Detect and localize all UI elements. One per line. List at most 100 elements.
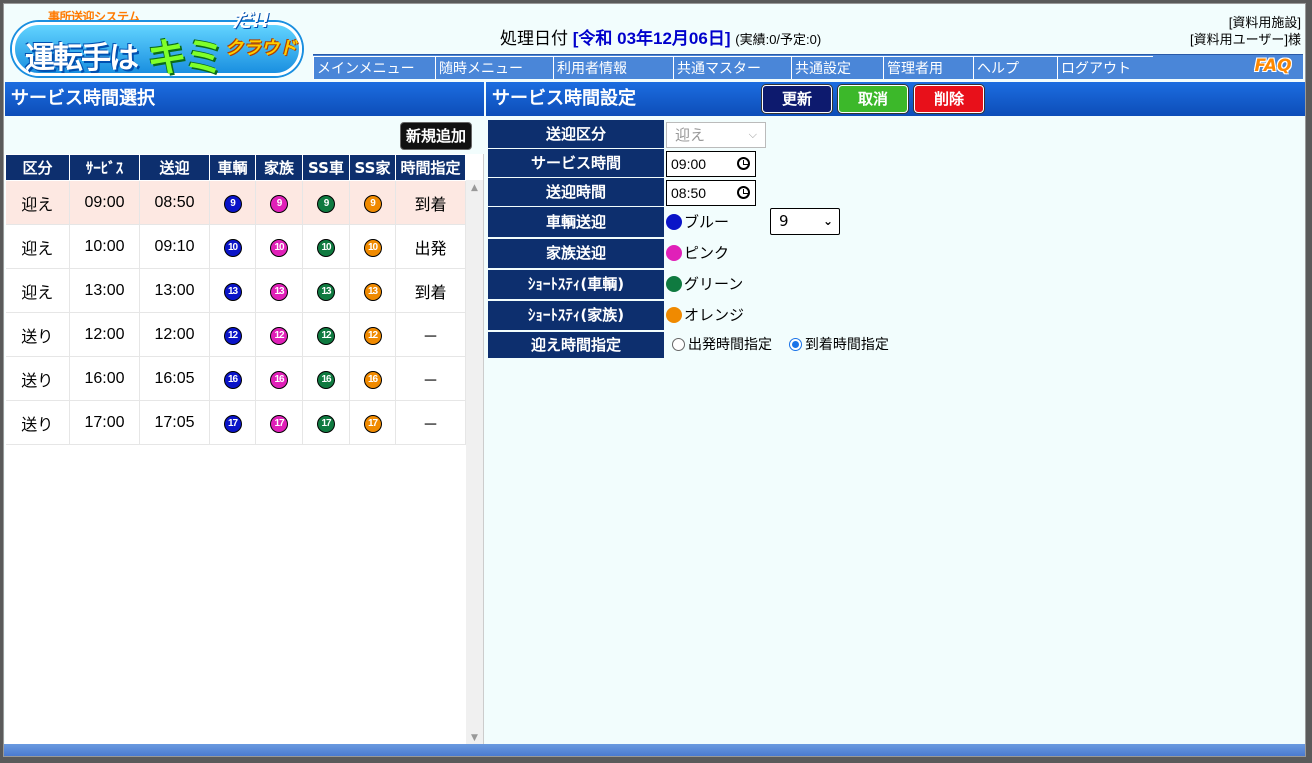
list-scrollbar[interactable]: ▲ ▼ [466, 180, 483, 746]
table-header-row: 区分 ｻｰﾋﾞｽ 送迎 車輌 家族 SS車 SS家 時間指定 [5, 154, 466, 181]
ss-vehicle-value: グリーン [666, 270, 743, 299]
table-row[interactable]: 迎え 10:00 09:10 10 10 10 10 出発 [5, 224, 466, 269]
cancel-button[interactable]: 取消 [838, 85, 908, 113]
logo-text-3: だ!! [232, 8, 271, 32]
service-time-input[interactable]: 09:00 [666, 151, 756, 177]
menu-common-master[interactable]: 共通マスター [673, 56, 791, 79]
clock-icon[interactable] [737, 186, 750, 199]
cell-family: 12 [255, 312, 303, 357]
user-name: [資料用ユーザー]様 [1190, 32, 1301, 47]
cell-ss-family: 9 [349, 180, 396, 225]
kubun-select[interactable]: 迎え ⌵ [666, 122, 766, 148]
cell-kubun: 送り [5, 400, 70, 445]
row-time-spec: 迎え時間指定 出発時間指定 到着時間指定 [488, 332, 948, 358]
time-spec-options: 出発時間指定 到着時間指定 [672, 332, 942, 358]
radio-depart-label[interactable]: 出発時間指定 [688, 337, 772, 353]
radio-arrive-label[interactable]: 到着時間指定 [805, 337, 889, 353]
menu-admin[interactable]: 管理者用 [883, 56, 973, 79]
kubun-value-wrap: 迎え ⌵ [666, 121, 766, 149]
cell-sougei: 09:10 [139, 224, 210, 269]
table-row[interactable]: 送り 16:00 16:05 16 16 16 16 － [5, 356, 466, 401]
cell-ss-family: 12 [349, 312, 396, 357]
cell-ss-family: 10 [349, 224, 396, 269]
service-time-list: 区分 ｻｰﾋﾞｽ 送迎 車輌 家族 SS車 SS家 時間指定 迎え 09:00 08… [5, 154, 484, 746]
ss-family-number-badge: 13 [363, 282, 382, 301]
ss-vehicle-number-badge: 17 [317, 414, 335, 433]
menu-main[interactable]: メインメニュー [313, 56, 435, 79]
col-sougei: 送迎 [139, 154, 210, 181]
cell-ss-family: 17 [349, 400, 396, 445]
cell-kubun: 迎え [5, 180, 70, 225]
cell-vehicle: 9 [209, 180, 256, 225]
blue-dot-icon [666, 214, 682, 230]
vehicle-number-badge: 12 [223, 326, 242, 345]
cell-vehicle: 13 [209, 268, 256, 313]
radio-depart[interactable] [672, 338, 685, 351]
col-family: 家族 [255, 154, 303, 181]
menu-adhoc[interactable]: 随時メニュー [435, 56, 553, 79]
vehicle-number-badge: 9 [223, 194, 242, 213]
vehicle-number-value: 9 [779, 212, 789, 230]
ss-vehicle-number-badge: 16 [317, 370, 335, 389]
table-row[interactable]: 送り 12:00 12:00 12 12 12 12 － [5, 312, 466, 357]
cell-sougei: 12:00 [139, 312, 210, 357]
cell-ss-family: 16 [349, 356, 396, 401]
left-panel-title: サービス時間選択 [5, 82, 484, 116]
cell-service: 12:00 [69, 312, 140, 357]
ss-vehicle-number-badge: 13 [317, 282, 335, 301]
date-status: (実績:0/予定:0) [735, 32, 822, 47]
row-ss-family: ｼｮｰﾄｽﾃｨ(家族) オレンジ [488, 301, 948, 330]
cell-ss-vehicle: 12 [302, 312, 350, 357]
cell-time-mode: － [395, 356, 466, 401]
vehicle-number-badge: 16 [223, 370, 242, 389]
cell-sougei: 08:50 [139, 180, 210, 225]
cell-family: 10 [255, 224, 303, 269]
col-ss-family: SS家 [349, 154, 396, 181]
facility-name: [資料用施設] [1228, 15, 1301, 30]
family-number-badge: 10 [270, 238, 288, 257]
orange-dot-icon [666, 307, 682, 323]
cell-family: 17 [255, 400, 303, 445]
cell-service: 09:00 [69, 180, 140, 225]
clock-icon[interactable] [737, 157, 750, 170]
delete-button[interactable]: 削除 [914, 85, 984, 113]
table-row[interactable]: 迎え 13:00 13:00 13 13 13 13 到着 [5, 268, 466, 313]
service-time-label: サービス時間 [488, 149, 664, 177]
new-add-button[interactable]: 新規追加 [400, 122, 472, 150]
faq-button[interactable]: FAQ [1247, 55, 1299, 77]
menu-user-info[interactable]: 利用者情報 [553, 56, 673, 79]
date-label: 処理日付 [500, 29, 568, 48]
right-title-text: サービス時間設定 [492, 88, 636, 109]
row-service-time: サービス時間 09:00 [488, 149, 948, 177]
ss-family-number-badge: 16 [363, 370, 382, 389]
radio-arrive[interactable] [788, 338, 802, 351]
cell-kubun: 迎え [5, 224, 70, 269]
cell-service: 13:00 [69, 268, 140, 313]
family-label: 家族送迎 [488, 239, 664, 268]
pickup-time-input[interactable]: 08:50 [666, 180, 756, 206]
cell-time-mode: 出発 [395, 224, 466, 269]
service-time-wrap: 09:00 [666, 150, 756, 178]
app-logo: 事所送迎システム 運転手は キミ だ!! クラウド [10, 8, 308, 84]
row-vehicle: 車輌送迎 ブルー 9 ⌄ [488, 207, 948, 237]
table-row[interactable]: 送り 17:00 17:05 17 17 17 17 － [5, 400, 466, 445]
cell-time-mode: － [395, 400, 466, 445]
family-number-badge: 17 [270, 414, 288, 433]
menu-logout[interactable]: ログアウト [1057, 56, 1153, 79]
update-button[interactable]: 更新 [762, 85, 832, 113]
cell-sougei: 16:05 [139, 356, 210, 401]
scroll-up-icon[interactable]: ▲ [466, 180, 483, 196]
col-kubun: 区分 [5, 154, 70, 181]
processing-date: 処理日付 [令和 03年12月06日] (実績:0/予定:0) [500, 24, 821, 49]
cell-ss-vehicle: 10 [302, 224, 350, 269]
vehicle-number-select[interactable]: 9 ⌄ [770, 208, 840, 235]
menu-common-settings[interactable]: 共通設定 [791, 56, 883, 79]
cell-service: 10:00 [69, 224, 140, 269]
user-info: [資料用施設] [資料用ユーザー]様 [1190, 14, 1301, 48]
col-vehicle: 車輌 [209, 154, 256, 181]
vehicle-value: ブルー [666, 207, 729, 237]
table-row[interactable]: 迎え 09:00 08:50 9 9 9 9 到着 [5, 180, 466, 225]
menu-help[interactable]: ヘルプ [973, 56, 1057, 79]
col-time-mode: 時間指定 [395, 154, 466, 181]
logo-text-2: キミ [147, 35, 224, 81]
